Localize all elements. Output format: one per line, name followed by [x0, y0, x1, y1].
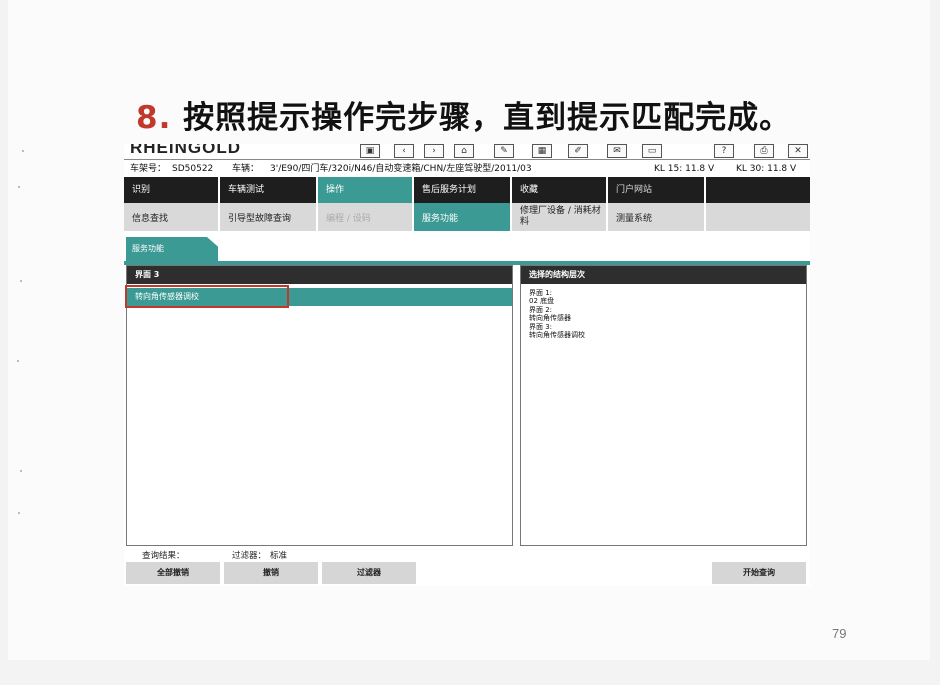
hierarchy-line: 转向角传感器: [529, 314, 571, 323]
selection-panel: 界面 3 转向角传感器调校: [125, 265, 513, 546]
main-menu: 识别 车辆测试 操作 售后服务计划 收藏 门户网站: [124, 177, 810, 203]
vin-value: SD50522: [172, 164, 214, 174]
page-number: 79: [832, 626, 847, 641]
menu-operation[interactable]: 操作: [318, 177, 414, 203]
submenu-measurement[interactable]: 测量系统: [608, 203, 706, 231]
tab-service-functions[interactable]: 服务功能: [126, 237, 218, 261]
sub-menu: 信息查找 引导型故障查询 编程 / 设码 服务功能 修理厂设备 / 消耗材料 测…: [124, 203, 810, 231]
tab-strip: 服务功能: [124, 235, 810, 265]
home-icon[interactable]: ⌂: [454, 144, 474, 158]
back-icon[interactable]: ‹: [394, 144, 414, 158]
grid-icon[interactable]: ▦: [532, 144, 552, 158]
status-bar: 查询结果： 过滤器： 标准: [124, 547, 810, 563]
submenu-programming[interactable]: 编程 / 设码: [318, 203, 414, 231]
filter-label: 过滤器：: [232, 551, 267, 561]
deselect-button[interactable]: 撤销: [224, 562, 318, 584]
app-brand: RHEINGOLD: [130, 144, 241, 157]
submenu-empty: [706, 203, 810, 231]
mail-icon[interactable]: ✉: [607, 144, 627, 158]
vehicle-label: 车辆：: [232, 164, 260, 174]
start-search-button[interactable]: 开始查询: [712, 562, 806, 584]
step-text: 按照提示操作完步骤，直到提示匹配完成。: [183, 100, 792, 136]
menu-empty: [706, 177, 810, 203]
vin-label: 车架号：: [130, 164, 167, 174]
hierarchy-panel: 选择的结构层次 界面 1: 02 底盘 界面 2: 转向角传感器 界面 3: 转…: [520, 265, 807, 546]
hierarchy-line: 02 底盘: [529, 297, 555, 306]
menu-identify[interactable]: 识别: [124, 177, 220, 203]
window-icon[interactable]: ▭: [642, 144, 662, 158]
tool-icon[interactable]: ✎: [494, 144, 514, 158]
vehicle-value: 3'/E90/四门车/320i/N46/自动变速箱/CHN/左座驾驶型/2011…: [270, 164, 532, 174]
menu-portal[interactable]: 门户网站: [608, 177, 706, 203]
forward-icon[interactable]: ›: [424, 144, 444, 158]
save-icon[interactable]: ▣: [360, 144, 380, 158]
kl30-voltage: KL 30: 11.8 V: [736, 164, 797, 174]
submenu-workshop-equipment[interactable]: 修理厂设备 / 消耗材料: [512, 203, 608, 231]
print-icon[interactable]: ⎙: [754, 144, 774, 158]
app-screenshot: RHEINGOLD ▣ ‹ › ⌂ ✎ ▦ ✐ ✉ ▭ ? ⎙ ✕ 车架号： S…: [124, 144, 810, 586]
panel-header: 界面 3: [127, 266, 512, 284]
filter-button[interactable]: 过滤器: [322, 562, 416, 584]
menu-service-plan[interactable]: 售后服务计划: [414, 177, 512, 203]
vehicle-info-bar: 车架号： SD50522 车辆： 3'/E90/四门车/320i/N46/自动变…: [124, 161, 810, 177]
hierarchy-header: 选择的结构层次: [521, 266, 806, 284]
help-icon[interactable]: ?: [714, 144, 734, 158]
menu-vehicle-test[interactable]: 车辆测试: [220, 177, 318, 203]
menu-favorites[interactable]: 收藏: [512, 177, 608, 203]
hierarchy-line: 转向角传感器调校: [529, 331, 585, 340]
filter-value: 标准: [270, 551, 288, 561]
step-number: 8.: [136, 100, 172, 136]
edit-icon[interactable]: ✐: [568, 144, 588, 158]
title-bar: RHEINGOLD ▣ ‹ › ⌂ ✎ ▦ ✐ ✉ ▭ ? ⎙ ✕: [124, 144, 810, 160]
hierarchy-line: 界面 3:: [529, 322, 553, 331]
step-heading: 8. 按照提示操作完步骤，直到提示匹配完成。: [136, 92, 791, 138]
result-label: 查询结果：: [142, 551, 185, 561]
hierarchy-list: 界面 1: 02 底盘 界面 2: 转向角传感器 界面 3: 转向角传感器调校: [529, 289, 585, 339]
kl15-voltage: KL 15: 11.8 V: [654, 164, 715, 174]
submenu-info-search[interactable]: 信息查找: [124, 203, 220, 231]
close-icon[interactable]: ✕: [788, 144, 808, 158]
hierarchy-line: 界面 2:: [529, 305, 553, 314]
submenu-service-functions[interactable]: 服务功能: [414, 203, 512, 231]
submenu-guided-fault[interactable]: 引导型故障查询: [220, 203, 318, 231]
highlight-box: [125, 285, 289, 308]
deselect-all-button[interactable]: 全部撤销: [126, 562, 220, 584]
